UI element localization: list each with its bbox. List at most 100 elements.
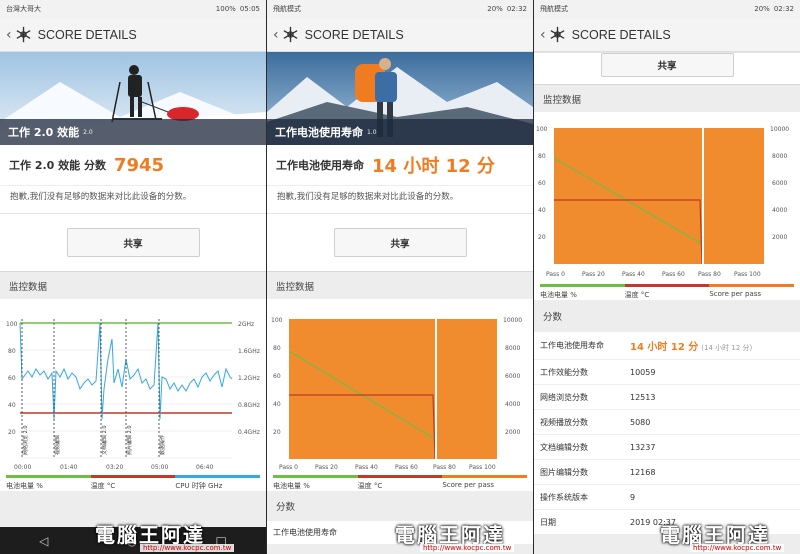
- page-title: SCORE DETAILS: [571, 27, 671, 42]
- share-section: 共享: [0, 213, 266, 271]
- battery-label: 100%: [215, 5, 236, 13]
- test-name: 工作电池使用寿命: [275, 126, 363, 139]
- detail-row: 文档编辑分数 13237: [534, 435, 800, 460]
- y-left-tick: 100: [6, 321, 18, 328]
- clock-label: 05:05: [239, 5, 260, 13]
- page-title: SCORE DETAILS: [37, 27, 137, 42]
- legend-temperature: 温度 °C: [90, 473, 176, 491]
- score-label: 工作 2.0 效能 分数: [9, 159, 106, 172]
- x-tick: 01:40: [60, 464, 77, 471]
- x-tick: Pass 0: [546, 271, 565, 278]
- score-per-pass-bars: [289, 319, 497, 459]
- watermark-url: http://www.kocpc.com.tw: [140, 544, 235, 552]
- legend-label: 温度 °C: [357, 482, 383, 490]
- detail-value: 12513: [630, 393, 800, 402]
- legend-label: 温度 °C: [90, 482, 116, 490]
- x-tick: Pass 40: [355, 464, 378, 471]
- detail-value: 13237: [630, 443, 800, 452]
- y-right-tick: 6000: [772, 180, 787, 187]
- clock-label: 02:32: [773, 5, 794, 13]
- x-tick: Pass 0: [279, 464, 298, 471]
- y-right-tick: 1.2GHz: [238, 375, 260, 382]
- detail-key: 工作电池使用寿命: [540, 341, 604, 350]
- detail-row: 操作系统版本 9: [534, 485, 800, 510]
- y-right-tick: 0.8GHz: [238, 402, 260, 409]
- back-icon[interactable]: ‹: [6, 27, 12, 43]
- test-version: 2.0: [83, 128, 93, 136]
- nav-back-icon[interactable]: ◁: [39, 534, 48, 548]
- y-right-tick: 4000: [505, 401, 520, 408]
- monitoring-chart: 100 80 60 40 20 10000 8000 6000 4000 200…: [534, 112, 800, 282]
- detail-value: 5080: [630, 418, 800, 427]
- legend-label: 电池电量 %: [273, 482, 310, 490]
- share-button[interactable]: 共享: [66, 228, 200, 257]
- share-button[interactable]: 共享: [333, 228, 467, 257]
- panel-battery-details: 飛航模式 20% 02:32 ‹ SCORE DETAILS 共享 监控数据 1…: [534, 0, 800, 554]
- y-left-tick: 60: [273, 373, 281, 380]
- y-left-tick: 100: [271, 317, 283, 324]
- monitoring-chart: 100 80 60 40 20 2GHz 1.6GHz 1.2GHz 0.8GH…: [0, 299, 266, 473]
- status-bar: 飛航模式 20% 02:32: [267, 0, 533, 18]
- legend-battery: 电池电量 %: [540, 282, 625, 300]
- carrier-label: 台灣大哥大: [6, 5, 41, 13]
- legend-battery: 电池电量 %: [6, 473, 91, 491]
- clock-label: 02:32: [506, 5, 527, 13]
- x-tick: Pass 100: [469, 464, 496, 471]
- detail-key: 网络浏览分数: [540, 392, 588, 402]
- y-left-tick: 40: [538, 207, 546, 214]
- detail-key: 日期: [540, 517, 556, 527]
- detail-value: 14 小时 12 分 (14 小时 12 分): [630, 338, 800, 353]
- detail-value-text: 5080: [630, 417, 651, 427]
- marker-label: 网络浏览 2.0: [22, 425, 29, 455]
- detail-value-text: 12513: [630, 392, 656, 402]
- y-left-tick: 60: [8, 375, 16, 382]
- details-header: 分数: [267, 491, 533, 521]
- score-row: 工作 2.0 效能 分数 7945: [0, 145, 266, 185]
- airplane-mode-label: 飛航模式: [540, 5, 568, 13]
- detail-row: 工作电池使用寿命 14 小时 12 分 (14 小时 12 分): [534, 332, 800, 360]
- x-tick: Pass 20: [582, 271, 605, 278]
- legend-label: 电池电量 %: [6, 482, 43, 490]
- legend-score: Score per pass: [709, 282, 795, 300]
- share-section: 共享: [267, 213, 533, 271]
- score-value: 7945: [113, 154, 165, 176]
- x-tick: Pass 60: [395, 464, 418, 471]
- detail-value-text: 9: [630, 492, 636, 502]
- legend-temperature: 温度 °C: [624, 282, 710, 300]
- x-tick: Pass 20: [315, 464, 338, 471]
- share-section: 共享: [534, 52, 800, 84]
- y-right-tick: 2GHz: [238, 321, 254, 328]
- detail-row: 网络浏览分数 12513: [534, 385, 800, 410]
- test-name: 工作 2.0 效能: [8, 126, 80, 139]
- panel-work-performance: 台灣大哥大 100% 05:05 ‹ SCORE DETAILS 工作 2.0 …: [0, 0, 266, 554]
- test-version: 1.0: [367, 128, 377, 136]
- chart-legend: 电池电量 % 温度 °C Score per pass: [267, 473, 533, 491]
- marker-label: 文档编辑 2.0: [101, 425, 108, 455]
- legend-temperature: 温度 °C: [357, 473, 443, 491]
- snowflake-logo-icon: [283, 26, 298, 43]
- screenshot-collage: 台灣大哥大 100% 05:05 ‹ SCORE DETAILS 工作 2.0 …: [0, 0, 800, 554]
- y-right-tick: 1.6GHz: [238, 348, 260, 355]
- share-button[interactable]: 共享: [600, 53, 734, 77]
- battery-label: 20%: [754, 5, 770, 13]
- y-left-tick: 40: [273, 401, 281, 408]
- hero-band: 工作 2.0 效能 2.0: [0, 119, 266, 145]
- detail-value: 9: [630, 493, 800, 502]
- app-bar: ‹ SCORE DETAILS: [534, 18, 800, 52]
- legend-score: Score per pass: [442, 473, 528, 491]
- detail-value: 12168: [630, 468, 800, 477]
- y-left-tick: 80: [273, 345, 281, 352]
- back-icon[interactable]: ‹: [273, 27, 279, 43]
- x-tick: Pass 100: [734, 271, 761, 278]
- no-comparison-notice: 抱歉,我们没有足够的数据来对比此设备的分数。: [0, 185, 266, 213]
- y-right-tick: 2000: [505, 429, 520, 436]
- back-icon[interactable]: ‹: [540, 27, 546, 43]
- y-left-tick: 100: [536, 126, 548, 133]
- y-left-tick: 20: [8, 429, 16, 436]
- airplane-mode-label: 飛航模式: [273, 5, 301, 13]
- snowflake-logo-icon: [550, 26, 565, 43]
- detail-key: 工作电池使用寿命: [273, 528, 337, 537]
- detail-value-text: 12168: [630, 467, 656, 477]
- hero-image-hiker: 工作电池使用寿命 1.0: [267, 52, 533, 145]
- hero-band: 工作电池使用寿命 1.0: [267, 119, 533, 145]
